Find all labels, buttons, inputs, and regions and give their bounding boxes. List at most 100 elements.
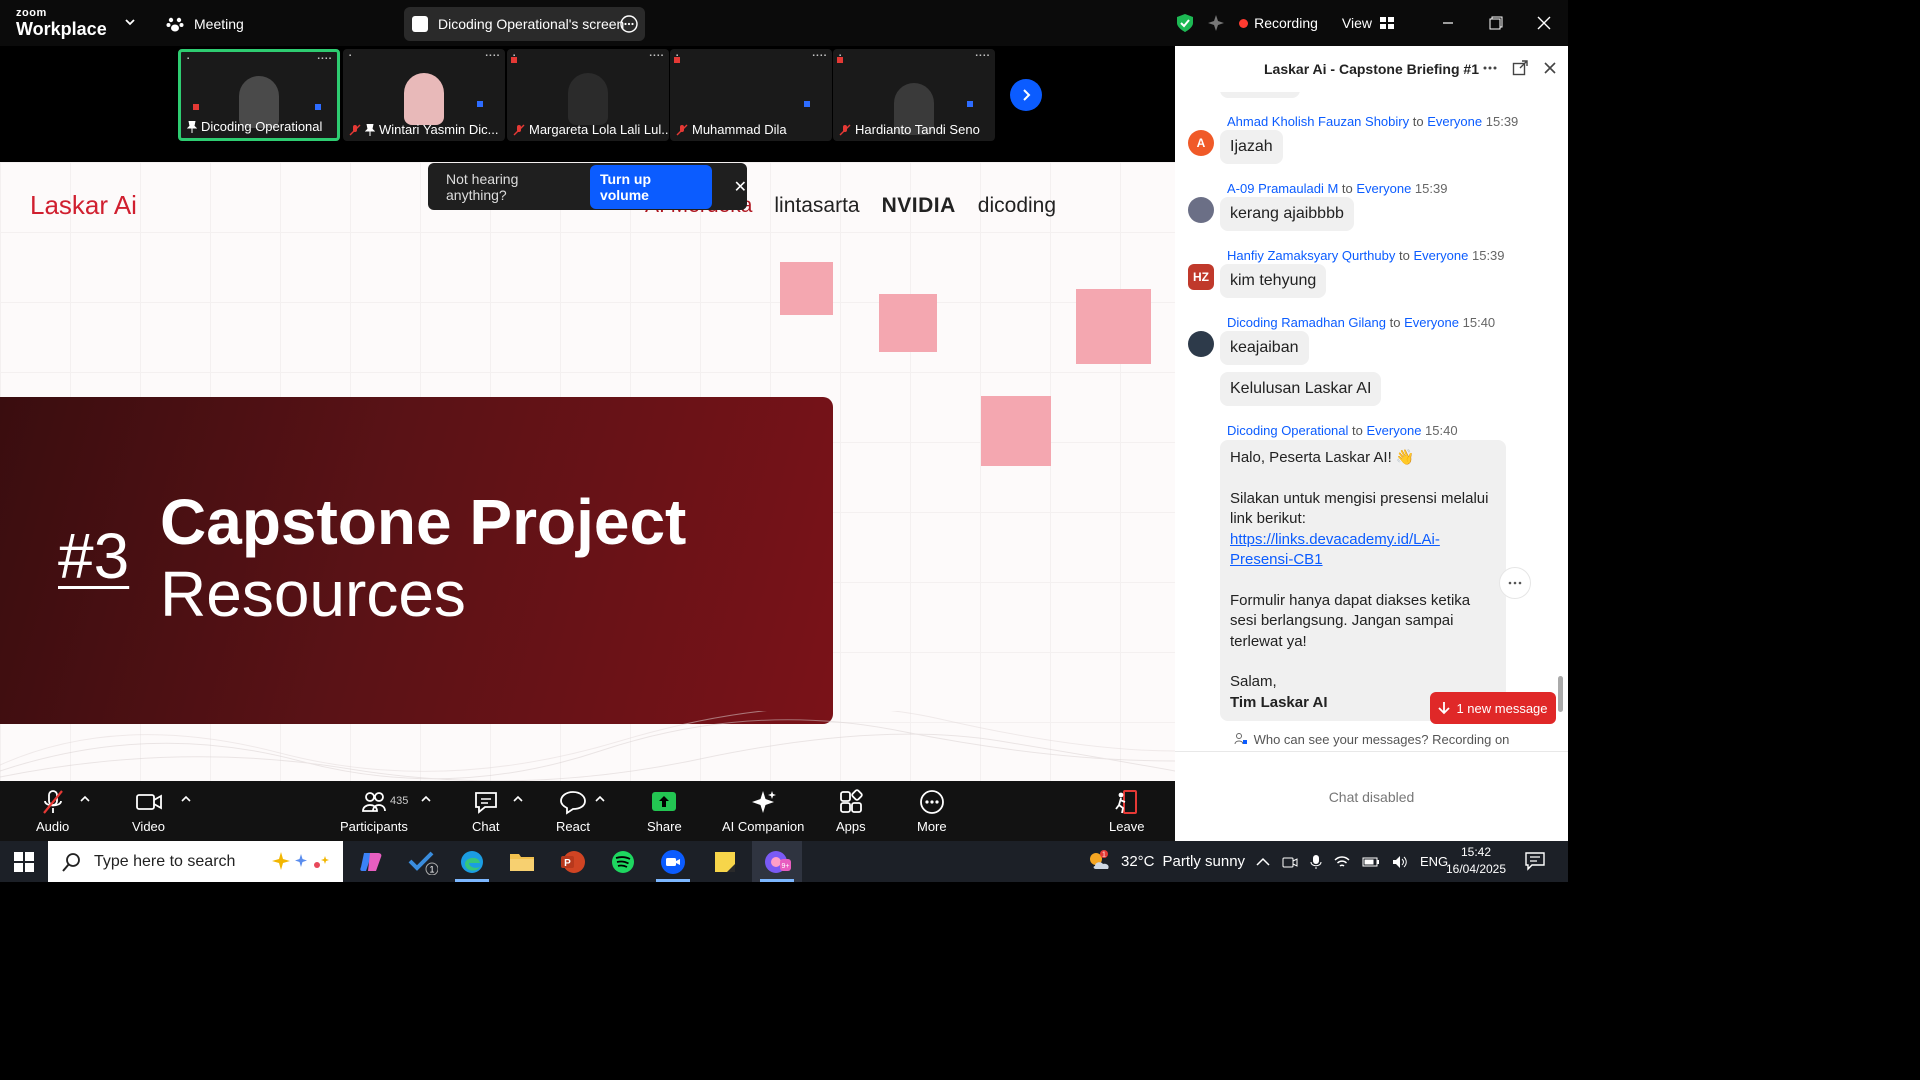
message-header: Dicoding Operational to Everyone 15:40 — [1227, 423, 1458, 438]
speaker-icon[interactable] — [1392, 855, 1408, 869]
pop-out-icon[interactable] — [1512, 60, 1528, 76]
chat-options-caret-icon[interactable] — [513, 795, 523, 803]
weather-widget[interactable]: 1 32°C Partly sunny — [1087, 841, 1245, 882]
spotify-app[interactable] — [598, 841, 648, 882]
teams-app[interactable]: 9+ — [752, 841, 802, 882]
wifi-icon[interactable] — [1334, 855, 1350, 869]
attendance-link[interactable]: https://links.devacademy.id/LAi-Presensi… — [1230, 531, 1440, 569]
message-more-button[interactable] — [1499, 567, 1531, 599]
edge-app[interactable] — [447, 841, 497, 882]
decor-square — [780, 262, 833, 315]
ai-sparkle-icon — [752, 791, 777, 813]
participant-video — [568, 73, 608, 125]
chevron-up-icon[interactable] — [1256, 857, 1270, 867]
video-tile[interactable]: ▪ ▪ ▪ ▪ ▪ Dicoding Operational — [178, 49, 340, 141]
close-toast-button[interactable]: ✕ — [734, 177, 747, 197]
sparkle-icon[interactable] — [1207, 14, 1225, 32]
chat-disabled-notice: Chat disabled — [1175, 751, 1568, 841]
video-tile[interactable]: ▪ ▪ ▪ ▪ ▪ Wintari Yasmin Dic... — [343, 49, 505, 141]
view-menu[interactable]: View — [1342, 15, 1394, 31]
svg-text:P: P — [564, 858, 571, 869]
zoom-workplace-logo[interactable]: zoom Workplace — [16, 8, 107, 39]
participants-count: 435 — [390, 795, 409, 807]
powerpoint-app[interactable]: P — [547, 841, 597, 882]
video-button[interactable]: Video — [132, 789, 165, 834]
camera-in-use-icon[interactable] — [1282, 855, 1298, 869]
file-explorer-app[interactable] — [497, 841, 547, 882]
zoom-app[interactable] — [648, 841, 698, 882]
decor — [674, 57, 680, 63]
microphone-icon[interactable] — [1310, 854, 1322, 870]
view-label: View — [1341, 15, 1372, 31]
minimize-button[interactable] — [1424, 0, 1472, 46]
restore-button[interactable] — [1472, 0, 1520, 46]
meeting-menu[interactable]: Meeting — [166, 15, 244, 33]
edge-browser-icon — [461, 850, 483, 873]
tile-slide-preview: ▪ ▪ ▪ ▪ ▪ — [676, 53, 826, 59]
slide-brand: Laskar Ai — [30, 190, 137, 220]
taskbar-search[interactable]: Type here to search — [48, 841, 343, 882]
message-bubble-long: Halo, Peserta Laskar AI! 👋 Silakan untuk… — [1220, 440, 1506, 721]
video-tile[interactable]: ▪ ▪ ▪ ▪ ▪ Hardianto Tandi Seno — [833, 49, 995, 141]
participants-options-caret-icon[interactable] — [421, 795, 431, 803]
todo-app[interactable]: 1 — [398, 841, 448, 882]
message-header: Ahmad Kholish Fauzan Shobiry to Everyone… — [1227, 114, 1519, 129]
tile-name: Margareta Lola Lali Lul... — [513, 122, 669, 137]
audio-button[interactable]: Audio — [36, 789, 69, 834]
zoom-app-icon — [661, 849, 685, 874]
leave-button[interactable]: Leave — [1109, 789, 1144, 834]
avatar[interactable]: A — [1188, 130, 1214, 156]
video-tile[interactable]: ▪ ▪ ▪ ▪ ▪ Muhammad Dila — [670, 49, 832, 141]
copilot-chat-icon: 9+ — [765, 850, 791, 873]
battery-icon[interactable] — [1362, 856, 1380, 868]
powerpoint-icon: P — [561, 850, 585, 873]
close-chat-icon[interactable] — [1542, 60, 1558, 76]
share-screen-icon — [652, 792, 677, 811]
more-button[interactable]: More — [917, 789, 947, 834]
react-options-caret-icon[interactable] — [595, 795, 605, 803]
avatar[interactable]: HZ — [1188, 264, 1214, 290]
shared-screen-indicator[interactable]: Dicoding Operational's screen — [404, 7, 645, 41]
react-button[interactable]: React — [556, 789, 590, 834]
mic-muted-icon — [349, 124, 361, 135]
windows-start-icon[interactable] — [14, 852, 34, 872]
sticky-notes-app[interactable] — [700, 841, 750, 882]
share-button[interactable]: Share — [647, 789, 682, 834]
mic-muted-icon — [839, 124, 851, 135]
decor — [804, 101, 810, 107]
audio-options-caret-icon[interactable] — [80, 795, 90, 803]
message-bubble: kim tehyung — [1220, 264, 1327, 298]
more-horizontal-icon[interactable] — [1482, 60, 1498, 76]
recording-indicator[interactable]: Recording — [1239, 15, 1318, 31]
more-options-icon[interactable] — [620, 15, 638, 33]
decor — [193, 104, 199, 110]
mic-muted-icon — [676, 124, 688, 135]
search-placeholder: Type here to search — [94, 852, 236, 870]
tile-name: Dicoding Operational — [187, 119, 322, 134]
partner-logo: dicoding — [977, 194, 1057, 217]
apps-button[interactable]: Apps — [836, 789, 866, 834]
chevron-down-icon[interactable] — [124, 16, 136, 28]
chat-button[interactable]: Chat — [472, 789, 499, 834]
copilot-app[interactable] — [346, 841, 396, 882]
close-window-button[interactable] — [1520, 0, 1568, 46]
todo-badge: 1 — [429, 864, 434, 874]
chat-header-actions — [1482, 60, 1558, 76]
turn-up-volume-button[interactable]: Turn up volume — [589, 164, 712, 209]
shield-check-icon[interactable] — [1175, 13, 1195, 33]
chat-scrollbar[interactable] — [1558, 676, 1563, 712]
slide-number: #3 — [58, 520, 130, 592]
participants-button[interactable]: Participants 435 — [340, 789, 408, 834]
avatar[interactable] — [1188, 331, 1214, 357]
taskbar-clock[interactable]: 15:42 16/04/2025 — [1444, 844, 1508, 878]
new-message-button[interactable]: 1 new message — [1430, 692, 1556, 724]
avatar[interactable] — [1188, 197, 1214, 223]
message-visibility-link[interactable]: Who can see your messages? Recording on — [1175, 727, 1568, 751]
video-tile[interactable]: ▪ ▪ ▪ ▪ ▪ Margareta Lola Lali Lul... — [507, 49, 669, 141]
ai-companion-button[interactable]: AI Companion — [722, 789, 804, 834]
video-options-caret-icon[interactable] — [181, 795, 191, 803]
more-horizontal-icon — [1508, 581, 1522, 585]
next-page-button[interactable] — [1010, 79, 1042, 111]
notifications-icon[interactable] — [1524, 851, 1546, 871]
decor — [477, 101, 483, 107]
